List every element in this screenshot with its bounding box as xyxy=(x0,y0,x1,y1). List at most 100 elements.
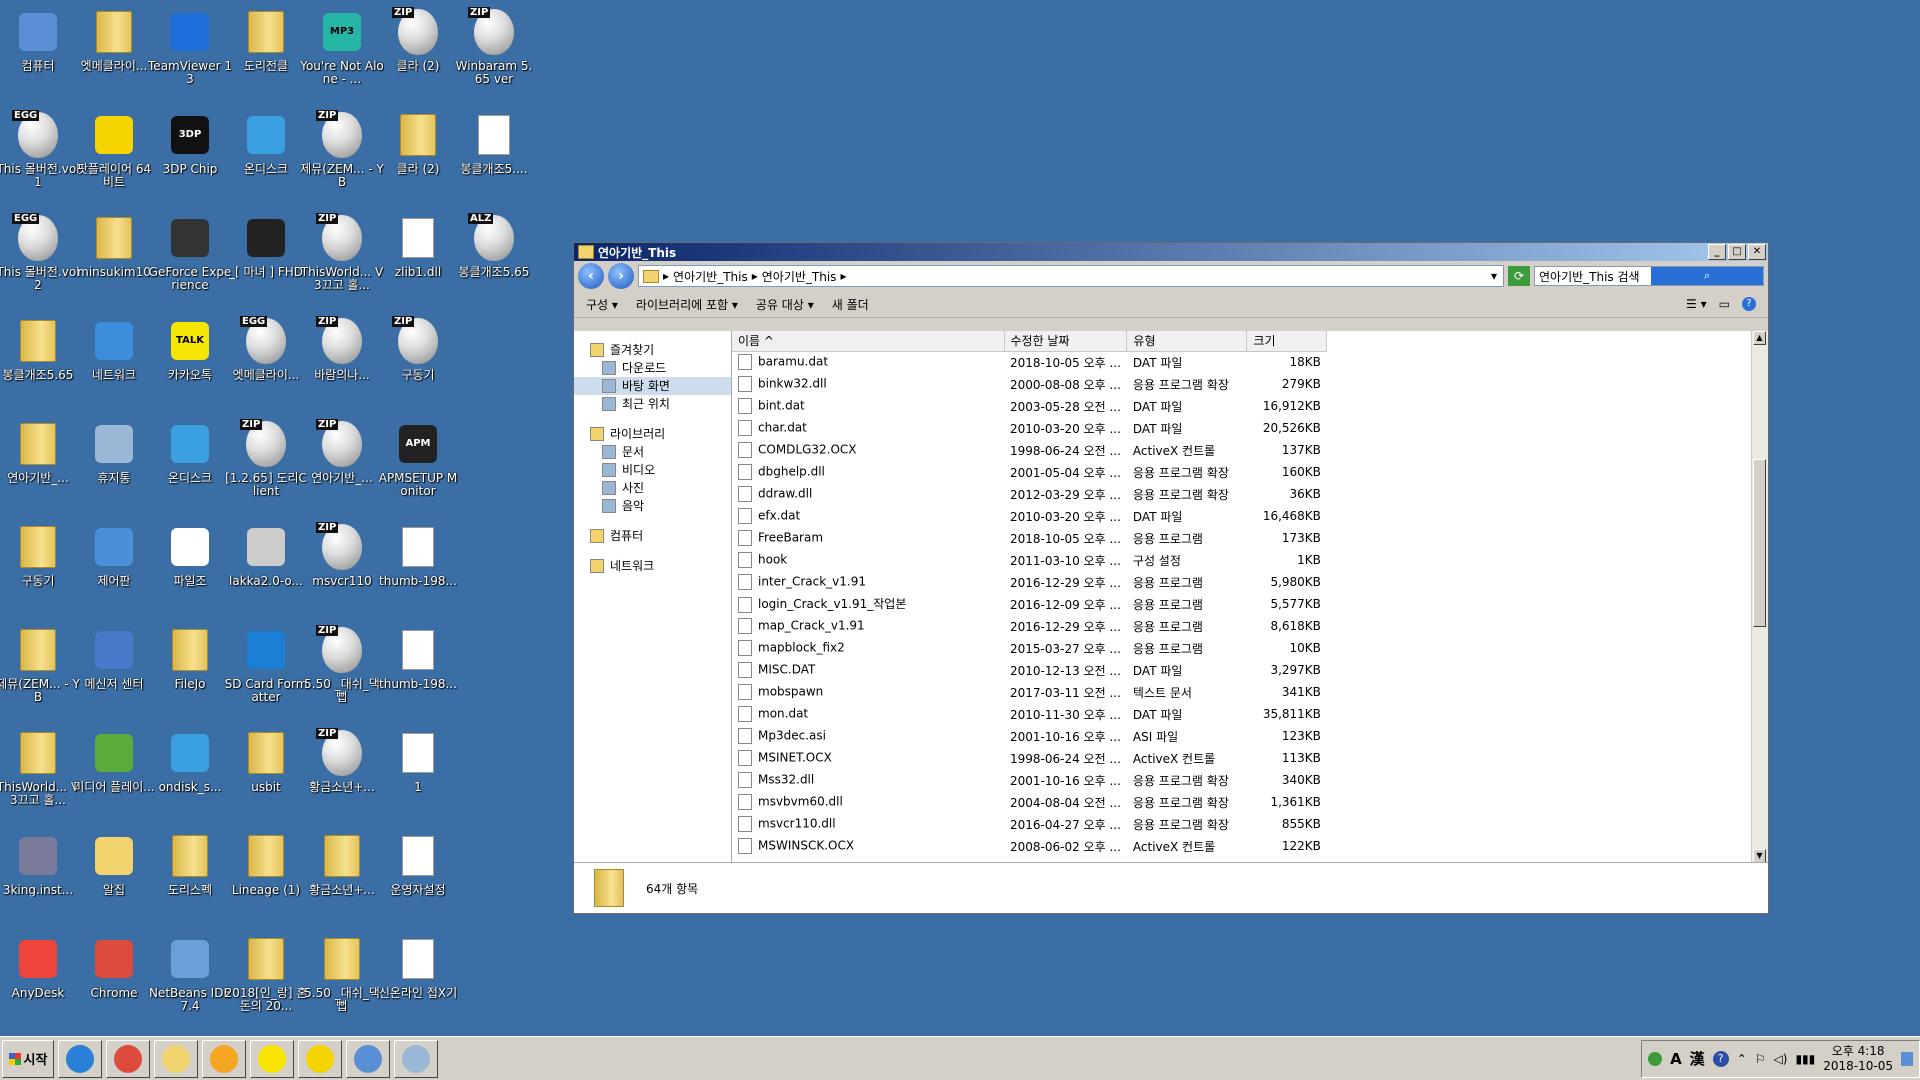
nav-item[interactable]: 음악 xyxy=(574,497,731,515)
desktop-icon[interactable]: 3king.inst... xyxy=(0,826,80,922)
show-desktop-icon[interactable] xyxy=(1901,1051,1913,1066)
nav-item[interactable]: 비디오 xyxy=(574,461,731,479)
file-row[interactable]: char.dat 2010-03-20 오후 ... DAT 파일 20,526KB xyxy=(732,417,1327,439)
desktop-icon[interactable]: 휴지통 xyxy=(72,414,156,510)
desktop-icon[interactable]: APM APMSETUP Monitor xyxy=(376,414,460,510)
desktop-icon[interactable]: 도리스펙 xyxy=(148,826,232,922)
desktop-icon[interactable]: 도리전클 xyxy=(224,2,308,98)
desktop-icon[interactable]: ZIP 황금소년+... xyxy=(300,723,384,819)
refresh-button[interactable]: ⟳ xyxy=(1508,266,1530,286)
desktop-icon[interactable]: thumb-198... xyxy=(376,517,460,613)
desktop-icon[interactable]: ThisWorld... V3끄고 홀... xyxy=(0,723,80,819)
address-bar[interactable]: ▸ 연아기반_This ▸ 연아기반_This ▸ ▾ xyxy=(638,265,1504,287)
breadcrumb-item[interactable]: 연아기반_This xyxy=(673,268,748,285)
share-button[interactable]: 공유 대상 ▾ xyxy=(756,296,814,313)
desktop-icon[interactable]: 제뮤(ZEM... - YB xyxy=(0,620,80,716)
nav-item[interactable]: 바탕 화면 xyxy=(574,377,731,395)
include-library-button[interactable]: 라이브러리에 포함 ▾ xyxy=(636,296,738,313)
desktop-icon[interactable]: ZIP ThisWorld... V3끄고 홀... xyxy=(300,208,384,304)
taskbar-button[interactable] xyxy=(154,1039,198,1078)
taskbar-button[interactable] xyxy=(250,1039,294,1078)
file-row[interactable]: baramu.dat 2018-10-05 오후 ... DAT 파일 18KB xyxy=(732,351,1327,373)
nav-item[interactable]: 라이브러리 xyxy=(574,425,731,443)
taskbar-button[interactable] xyxy=(202,1039,246,1078)
scroll-down-button[interactable]: ▼ xyxy=(1753,849,1766,863)
file-row[interactable]: login_Crack_v1.91_작업본 2016-12-09 오후 ... 응용… xyxy=(732,593,1327,615)
desktop-icon[interactable]: 컴퓨터 xyxy=(0,2,80,98)
desktop-icon[interactable]: 팟플레이어 64 비트 xyxy=(72,105,156,201)
file-row[interactable]: mon.dat 2010-11-30 오후 ... DAT 파일 35,811KB xyxy=(732,703,1327,725)
desktop-icon[interactable]: 황금소년+... xyxy=(300,826,384,922)
desktop-icon[interactable]: Chrome xyxy=(72,929,156,1025)
taskbar-button[interactable] xyxy=(298,1039,342,1078)
network-status-icon[interactable]: ▮▮▮ xyxy=(1795,1052,1815,1066)
nav-item[interactable]: 최근 위치 xyxy=(574,395,731,413)
network-globe-icon[interactable] xyxy=(1648,1051,1663,1066)
desktop-icon[interactable]: MP3 You're Not Alone - ... xyxy=(300,2,384,98)
file-row[interactable]: Mp3dec.asi 2001-10-16 오후 ... ASI 파일 123KB xyxy=(732,725,1327,747)
desktop-icon[interactable]: FileJo xyxy=(148,620,232,716)
nav-item[interactable]: 네트워크 xyxy=(574,557,731,575)
file-row[interactable]: msvbvm60.dll 2004-08-04 오전 ... 응용 프로그램 확장 1… xyxy=(732,791,1327,813)
desktop-icon[interactable]: ZIP msvcr110 xyxy=(300,517,384,613)
desktop-icon[interactable]: SD Card Formatter xyxy=(224,620,308,716)
desktop-icon[interactable]: lakka2.0-o... xyxy=(224,517,308,613)
taskbar-button[interactable] xyxy=(346,1039,390,1078)
desktop-icon[interactable]: 구동기 xyxy=(0,517,80,613)
search-icon[interactable]: ⌕ xyxy=(1651,267,1763,285)
column-date[interactable]: 수정한 날짜 xyxy=(1004,331,1128,352)
desktop-icon[interactable]: 5.50 _대쉬_댁뻡 xyxy=(300,929,384,1025)
desktop-icon[interactable]: 엣메클라이... xyxy=(72,2,156,98)
desktop-icon[interactable]: Lineage (1) xyxy=(224,826,308,922)
desktop-icon[interactable]: TALK 카카오톡 xyxy=(148,311,232,407)
desktop-icon[interactable]: usbit xyxy=(224,723,308,819)
breadcrumb-item[interactable]: 연아기반_This xyxy=(762,268,837,285)
desktop-icon[interactable]: ZIP 바람의나... xyxy=(300,311,384,407)
ime-mode[interactable]: A xyxy=(1670,1050,1682,1068)
desktop-icon[interactable]: 온디스크 xyxy=(224,105,308,201)
nav-item[interactable]: 사진 xyxy=(574,479,731,497)
desktop-icon[interactable]: ZIP [1.2.65] 도리Client xyxy=(224,414,308,510)
desktop-icon[interactable]: 메신저 센터 xyxy=(72,620,156,716)
file-row[interactable]: inter_Crack_v1.91 2016-12-29 오후 ... 응용 프로그… xyxy=(732,571,1327,593)
desktop-icon[interactable]: 온디스크 xyxy=(148,414,232,510)
desktop-icon[interactable]: ZIP 클라 (2) xyxy=(376,2,460,98)
desktop-icon[interactable]: 봉클개조5.65 xyxy=(0,311,80,407)
address-dropdown-icon[interactable]: ▾ xyxy=(1491,269,1497,283)
file-row[interactable]: MSINET.OCX 1998-06-24 오전 ... ActiveX 컨트롤 11… xyxy=(732,747,1327,769)
file-row[interactable]: map_Crack_v1.91 2016-12-29 오후 ... 응용 프로그램 8… xyxy=(732,615,1327,637)
file-row[interactable]: ddraw.dll 2012-03-29 오후 ... 응용 프로그램 확장 36KB xyxy=(732,483,1327,505)
desktop-icon[interactable]: 클라 (2) xyxy=(376,105,460,201)
desktop-icon[interactable]: TeamViewer 13 xyxy=(148,2,232,98)
desktop-icon[interactable]: ZIP Winbaram 5.65 ver xyxy=(452,2,536,98)
desktop-icon[interactable]: NetBeans IDE 7.4 xyxy=(148,929,232,1025)
file-row[interactable]: hook 2011-03-10 오후 ... 구성 설정 1KB xyxy=(732,549,1327,571)
column-name[interactable]: 이름 ^ xyxy=(732,331,1005,352)
scroll-thumb[interactable] xyxy=(1753,459,1766,627)
column-type[interactable]: 유형 xyxy=(1126,331,1248,352)
desktop-icon[interactable]: 운영자설정 xyxy=(376,826,460,922)
desktop-icon[interactable]: 연아기반_... xyxy=(0,414,80,510)
clock[interactable]: 오후 4:18 2018-10-05 xyxy=(1823,1044,1893,1074)
tray-expand-icon[interactable]: ⌃ xyxy=(1737,1052,1747,1066)
taskbar-button[interactable] xyxy=(394,1039,438,1078)
preview-pane-icon[interactable]: ▭ xyxy=(1719,297,1730,311)
volume-icon[interactable]: ◁) xyxy=(1774,1052,1788,1066)
desktop-icon[interactable]: 신온라인 접X기 xyxy=(376,929,460,1025)
desktop-icon[interactable]: _[ 마녀 ] FHD xyxy=(224,208,308,304)
desktop-icon[interactable]: 파일조 xyxy=(148,517,232,613)
file-row[interactable]: dbghelp.dll 2001-05-04 오후 ... 응용 프로그램 확장 16… xyxy=(732,461,1327,483)
file-row[interactable]: FreeBaram 2018-10-05 오후 ... 응용 프로그램 173KB xyxy=(732,527,1327,549)
file-row[interactable]: efx.dat 2010-03-20 오후 ... DAT 파일 16,468KB xyxy=(732,505,1327,527)
minimize-button[interactable]: _ xyxy=(1708,244,1726,260)
desktop-icon[interactable]: GeForce Experience xyxy=(148,208,232,304)
desktop-icon[interactable]: 알집 xyxy=(72,826,156,922)
nav-item[interactable]: 문서 xyxy=(574,443,731,461)
nav-item[interactable]: 즐겨찾기 xyxy=(574,341,731,359)
nav-item[interactable]: 컴퓨터 xyxy=(574,527,731,545)
file-row[interactable]: mobspawn 2017-03-11 오전 ... 텍스트 문서 341KB xyxy=(732,681,1327,703)
desktop-icon[interactable]: ZIP 구동기 xyxy=(376,311,460,407)
desktop-icon[interactable]: thumb-198... xyxy=(376,620,460,716)
title-bar[interactable]: 연아기반_This _ □ ✕ xyxy=(574,243,1768,261)
back-button[interactable]: ‹ xyxy=(578,263,604,289)
